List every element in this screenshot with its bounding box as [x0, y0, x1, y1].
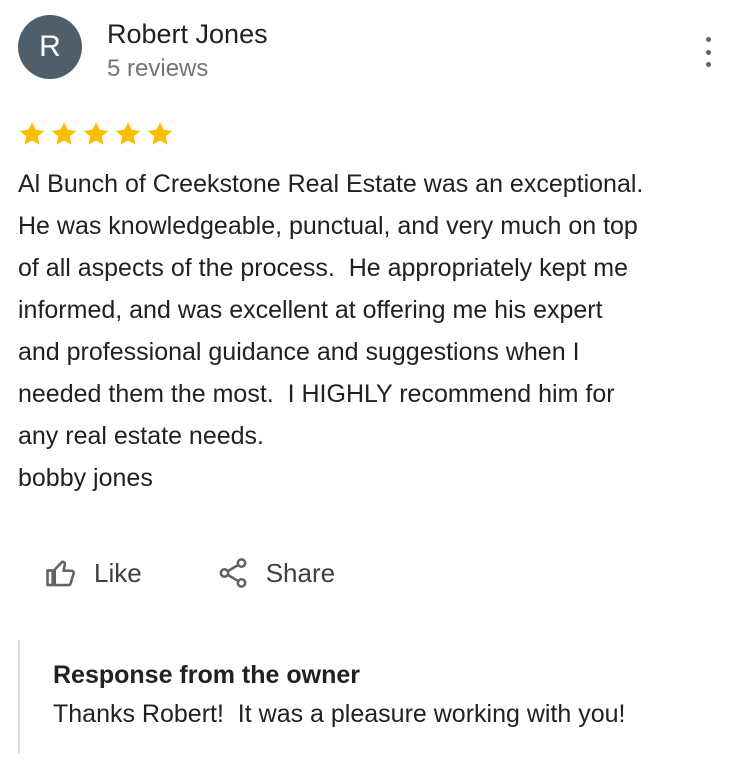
star-icon — [51, 122, 77, 145]
more-vert-icon-dot — [705, 62, 711, 67]
star-icon — [83, 122, 109, 145]
more-options-button[interactable] — [696, 37, 720, 67]
review-text-line: Al Bunch of Creekstone Real Estate was a… — [18, 170, 644, 198]
like-label: Like — [94, 557, 142, 588]
review-text-line: of all aspects of the process. He approp… — [18, 254, 629, 282]
star-icon — [115, 122, 141, 145]
review-actions: Like Share — [44, 553, 335, 593]
review-text-line: needed them the most. I HIGHLY recommend… — [18, 380, 615, 408]
owner-response-title: Response from the owner — [53, 661, 360, 689]
review-text-line: and professional guidance and suggestion… — [18, 338, 580, 366]
share-icon — [219, 558, 247, 588]
star-rating — [18, 120, 174, 148]
reviewer-name[interactable]: Robert Jones — [107, 19, 268, 50]
like-button[interactable]: Like — [44, 556, 142, 590]
review-count[interactable]: 5 reviews — [107, 55, 208, 83]
review-text-line: He was knowledgeable, punctual, and very… — [18, 212, 638, 240]
review-text-line: any real estate needs. — [18, 422, 264, 450]
share-label: Share — [265, 557, 336, 588]
review-text: Al Bunch of Creekstone Real Estate was a… — [18, 163, 733, 499]
owner-response-text: Thanks Robert! It was a pleasure working… — [53, 700, 626, 728]
star-icon — [19, 122, 45, 145]
thumb-up-icon — [46, 560, 75, 587]
review-signature: bobby jones — [18, 464, 153, 492]
share-button[interactable]: Share — [216, 556, 335, 590]
more-vert-icon-dot — [705, 49, 711, 55]
owner-response: Response from the owner Thanks Robert! I… — [18, 640, 626, 753]
star-icon — [147, 122, 173, 145]
more-vert-icon — [705, 37, 711, 42]
review-text-line: informed, and was excellent at offering … — [18, 296, 603, 324]
avatar-letter: R — [39, 30, 61, 63]
avatar[interactable]: R — [18, 15, 82, 79]
